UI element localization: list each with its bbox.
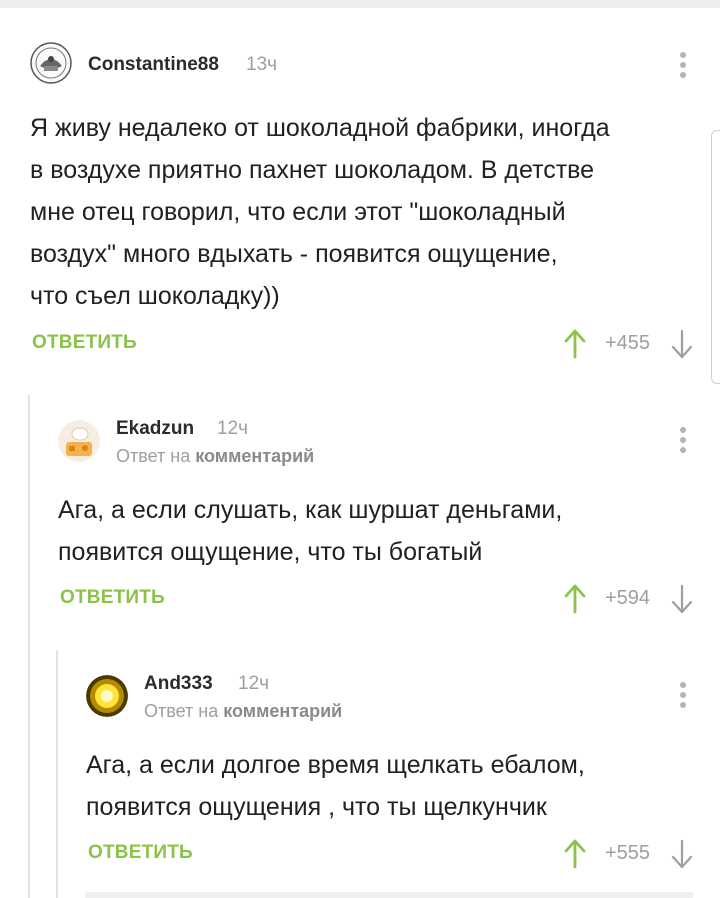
comment-text-line: Ага, а если долгое время щелкать ебалом, (86, 751, 585, 779)
reply-to-prefix: Ответ на (144, 701, 219, 721)
rating-value: +555 (605, 842, 651, 864)
downvote-arrow-icon[interactable] (670, 839, 694, 869)
timestamp: 12ч (238, 673, 270, 694)
comment-and333: And333 12ч Ответ на комментарий Ага, а е… (0, 0, 720, 898)
comment-text-line: появится ощущения , что ты щелкунчик (86, 793, 547, 821)
sun-avatar-icon (86, 675, 128, 717)
reply-to-label: Ответ на комментарий (144, 701, 342, 722)
next-comment-edge (85, 892, 693, 898)
username[interactable]: And333 (144, 673, 213, 695)
upvote-arrow-icon[interactable] (563, 839, 587, 869)
reply-to-link[interactable]: комментарий (223, 701, 342, 721)
avatar[interactable] (86, 675, 128, 717)
more-options-icon[interactable] (673, 680, 693, 710)
comment-text: Ага, а если долгое время щелкать ебалом,… (86, 744, 698, 828)
reply-button[interactable]: ОТВЕТИТЬ (88, 842, 193, 864)
